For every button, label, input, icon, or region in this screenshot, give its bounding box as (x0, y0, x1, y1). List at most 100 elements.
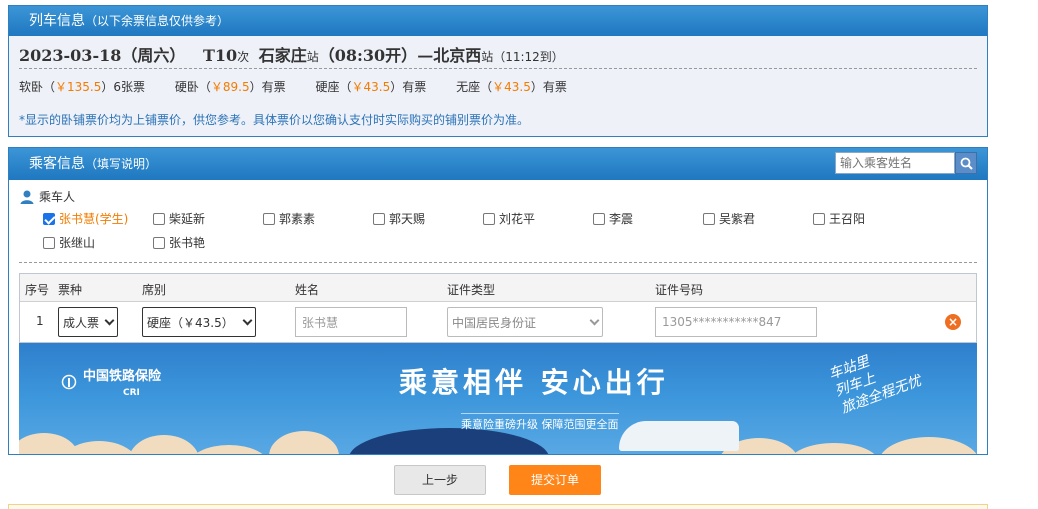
price-item: 无座（￥43.5）有票 (456, 80, 567, 94)
id-type-value: 中国居民身份证 (452, 315, 537, 330)
seat-name: 硬卧 (174, 80, 199, 94)
search-icon (960, 157, 973, 170)
passenger-name: 张书艳 (169, 236, 206, 250)
col-id-no: 证件号码 (655, 283, 704, 297)
train-suffix: 次 (237, 50, 250, 64)
to-station: 北京西 (433, 46, 482, 65)
train-summary: 2023-03-18（周六） T10次 石家庄站（08:30开）—北京西站（11… (9, 36, 987, 68)
chevron-down-icon (104, 315, 115, 325)
close-icon: × (947, 315, 959, 329)
banner-script: 车站里 列车上 旅途全程无忧 (826, 343, 924, 418)
logo-text: 中国铁路保险 (83, 369, 162, 384)
col-no: 序号 (25, 283, 50, 297)
passenger-checkbox[interactable]: 吴紫君 (703, 210, 755, 227)
col-ticket-type: 票种 (58, 283, 83, 297)
id-type-select[interactable]: 中国居民身份证 (447, 307, 603, 337)
user-icon (20, 190, 34, 204)
name-field[interactable]: 张书慧 (295, 307, 407, 337)
table-header: 序号 票种 席别 姓名 证件类型 证件号码 (20, 274, 976, 302)
passenger-checkbox[interactable]: 柴延新 (153, 210, 205, 227)
checkbox-icon (373, 212, 385, 225)
seat-name: 硬座 (315, 80, 340, 94)
train-info-header: 列车信息（以下余票信息仅供参考） (9, 6, 987, 36)
passenger-info-title: 乘客信息 (29, 156, 85, 172)
train-info-subtitle: （以下余票信息仅供参考） (85, 14, 230, 28)
delete-passenger-button[interactable]: × (945, 314, 961, 330)
col-id-type: 证件类型 (447, 283, 496, 297)
seat-value: 硬座（￥43.5） (147, 315, 234, 330)
passenger-name: 张书慧(学生) (59, 212, 129, 226)
passenger-checkbox[interactable]: 郭素素 (263, 210, 315, 227)
chevron-down-icon (242, 315, 253, 325)
passenger-name: 张继山 (59, 236, 96, 250)
checkbox-icon (263, 212, 275, 225)
notice-strip (8, 504, 988, 509)
passenger-name: 郭素素 (279, 212, 316, 226)
travel-date: 2023-03-18（周六） (19, 46, 186, 65)
search-button[interactable] (955, 152, 977, 174)
train-number: T10 (202, 46, 238, 65)
passengers-label-text: 乘车人 (39, 190, 76, 204)
passenger-info-panel: 乘客信息（填写说明） 乘车人 张书慧(学生) 柴延新 郭素素 郭天赐 刘花平 李震 吴紫君 王… (8, 147, 988, 455)
col-name: 姓名 (295, 283, 320, 297)
checkbox-checked-icon (43, 212, 55, 225)
row-no: 1 (36, 314, 44, 328)
seat-name: 无座 (456, 80, 481, 94)
checkbox-icon (43, 236, 55, 249)
price-amount: ￥43.5 (351, 80, 391, 94)
passenger-checkbox[interactable]: 张书艳 (153, 234, 205, 251)
passenger-checkbox[interactable]: 李震 (593, 210, 633, 227)
passenger-info-header: 乘客信息（填写说明） (9, 148, 987, 180)
passenger-table: 序号 票种 席别 姓名 证件类型 证件号码 1 成人票 硬座（￥43.5） 张书… (19, 273, 977, 343)
prev-step-button[interactable]: 上一步 (394, 465, 486, 495)
price-item: 硬座（￥43.5）有票 (315, 80, 427, 94)
ticket-status: 有票 (402, 80, 427, 94)
train-info-panel: 列车信息（以下余票信息仅供参考） 2023-03-18（周六） T10次 石家庄… (8, 5, 988, 137)
cri-logo: 中国铁路保险 CRI (61, 365, 161, 399)
passenger-name: 刘花平 (499, 212, 536, 226)
col-seat: 席别 (142, 283, 167, 297)
logo-sub: CRI (123, 388, 140, 398)
passenger-checkbox[interactable]: 王召阳 (813, 210, 865, 227)
price-amount: ￥43.5 (492, 80, 531, 94)
fill-instructions-link[interactable]: （填写说明） (85, 157, 157, 171)
banner-tagline: 乘意险重磅升级 保障范围更全面 (461, 413, 619, 432)
price-amount: ￥89.5 (210, 80, 250, 94)
passenger-checkbox[interactable]: 张书慧(学生) (43, 210, 128, 227)
id-number-field[interactable]: 1305***********847 (655, 307, 817, 337)
insurance-banner[interactable]: 中国铁路保险 CRI 乘意相伴 安心出行 乘意险重磅升级 保障范围更全面 车站里… (19, 343, 977, 454)
ticket-status: 有票 (542, 80, 567, 94)
passenger-checkbox[interactable]: 张继山 (43, 234, 95, 251)
train-info-title: 列车信息 (29, 13, 85, 29)
passenger-checkbox[interactable]: 刘花平 (483, 210, 535, 227)
checkbox-icon (593, 212, 605, 225)
passenger-search-input[interactable] (835, 152, 955, 174)
arrive-time: （11:12到） (493, 50, 564, 64)
banner-slogan: 乘意相伴 安心出行 (399, 366, 669, 399)
checkbox-icon (153, 212, 165, 225)
checkbox-icon (483, 212, 495, 225)
ticket-type-select[interactable]: 成人票 (58, 307, 118, 337)
ticket-status: 有票 (261, 80, 286, 94)
price-note: *显示的卧铺票价均为上铺票价，供您参考。具体票价以您确认支付时实际购买的铺别票价… (19, 113, 530, 127)
passenger-name: 郭天赐 (389, 212, 426, 226)
price-list: 软卧（￥135.5）6张票 硬卧（￥89.5）有票 硬座（￥43.5）有票 无座… (9, 69, 987, 101)
ticket-type-value: 成人票 (63, 315, 100, 330)
seat-select[interactable]: 硬座（￥43.5） (142, 307, 256, 337)
station-word-to: 站 (481, 50, 494, 64)
railway-logo-icon (61, 374, 77, 390)
passenger-name: 吴紫君 (719, 212, 756, 226)
price-amount: ￥135.5 (55, 80, 102, 94)
submit-order-button[interactable]: 提交订单 (509, 465, 601, 495)
checkbox-icon (153, 236, 165, 249)
chevron-down-icon (589, 315, 600, 325)
passenger-checkbox[interactable]: 郭天赐 (373, 210, 425, 227)
seat-name: 软卧 (19, 80, 44, 94)
passenger-name: 李震 (609, 212, 634, 226)
depart-time: （08:30开） (318, 46, 418, 65)
table-row: 1 成人票 硬座（￥43.5） 张书慧 中国居民身份证 1305********… (20, 302, 976, 342)
checkbox-icon (813, 212, 825, 225)
route-dash: — (417, 46, 434, 65)
passenger-name: 王召阳 (829, 212, 866, 226)
checkbox-icon (703, 212, 715, 225)
